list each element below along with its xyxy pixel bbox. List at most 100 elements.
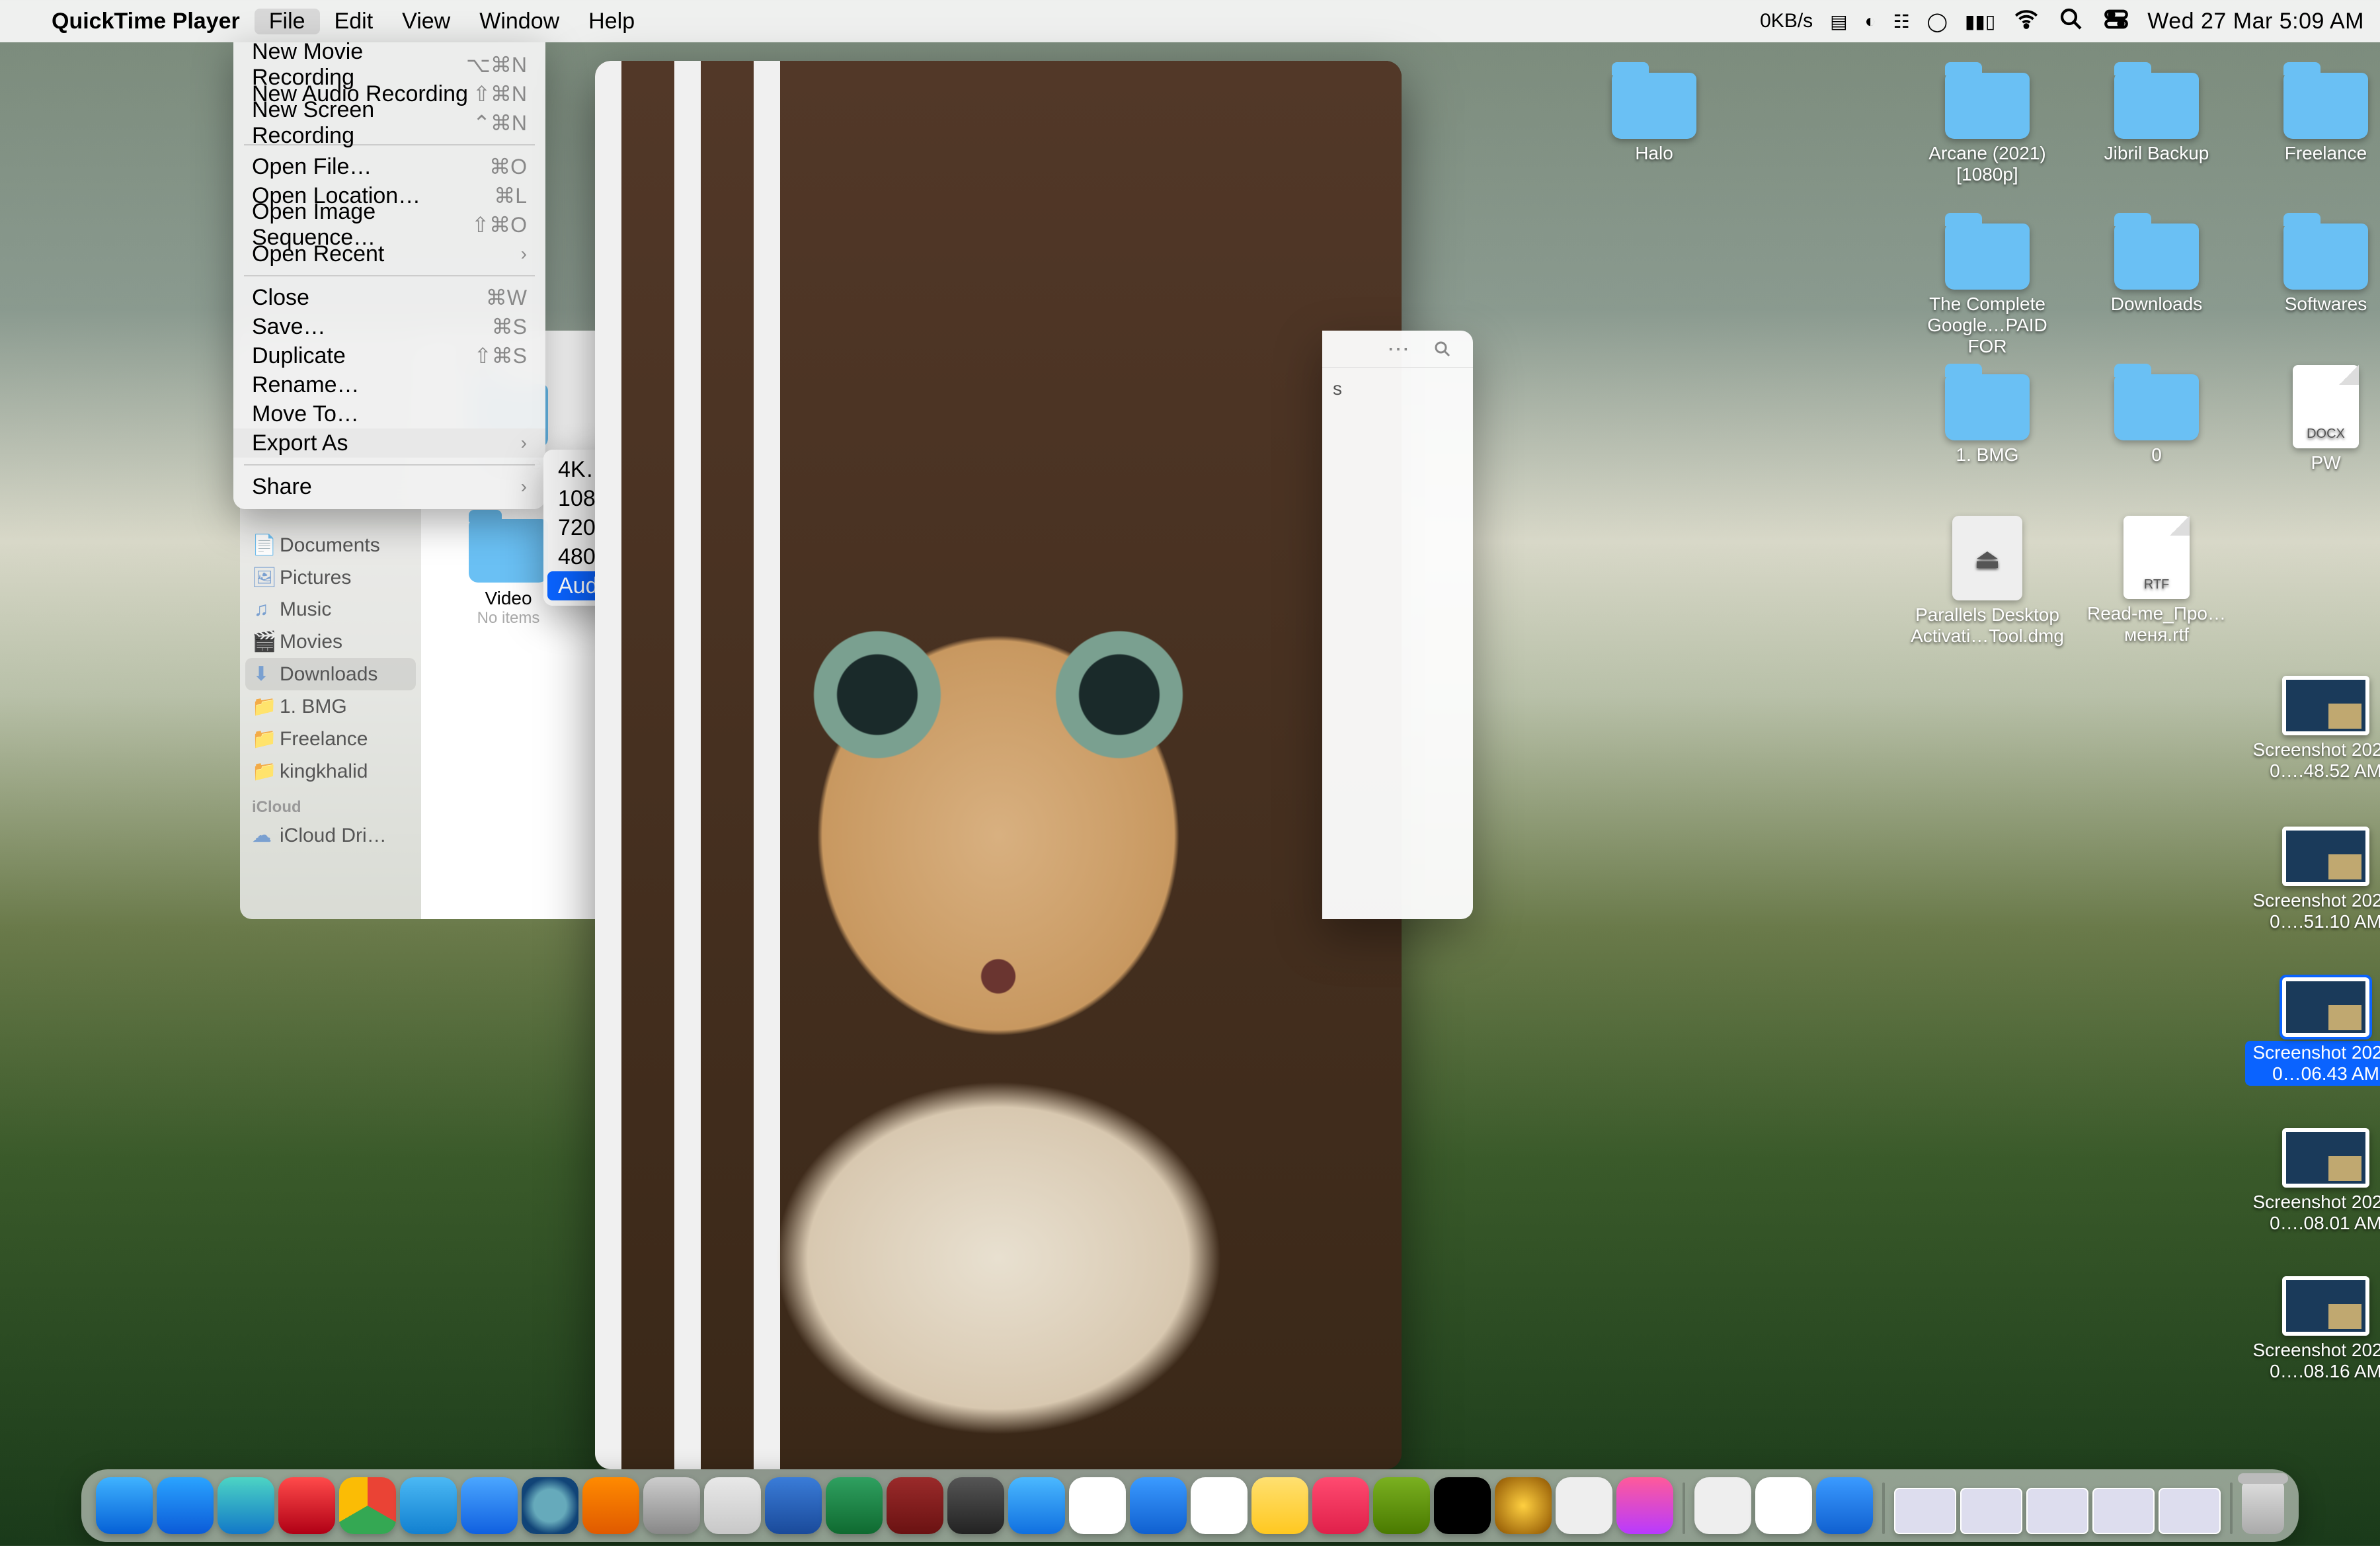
menu-item-new-screen-recording[interactable]: New Screen Recording⌃⌘N (233, 108, 545, 138)
user-icon[interactable]: ◯ (1927, 11, 1948, 32)
menu-view[interactable]: View (387, 9, 465, 34)
dock-app-calendar[interactable] (1069, 1477, 1126, 1534)
menu-item-new-movie-recording[interactable]: New Movie Recording⌥⌘N (233, 50, 545, 79)
status-icon-1[interactable]: ▤ (1830, 11, 1847, 32)
finder-window-right: ⋯ s (1322, 331, 1473, 919)
dock-app-files-app[interactable] (1816, 1477, 1873, 1534)
desktop-item[interactable]: The Complete Google…PAID FOR (1907, 224, 2068, 357)
desktop-item[interactable]: Screenshot 2024-0….08.01 AM (2245, 1128, 2380, 1234)
sidebar-item-1-bmg[interactable]: 📁1. BMG (240, 690, 421, 723)
finder-toolbar-icon[interactable]: ⋯ (1387, 336, 1409, 362)
menu-item-duplicate[interactable]: Duplicate⇧⌘S (233, 341, 545, 370)
desktop-item[interactable]: Screenshot 2024-0….08.16 AM (2245, 1276, 2380, 1382)
dock-app-music[interactable] (1312, 1477, 1369, 1534)
menu-item-open-image-sequence-[interactable]: Open Image Sequence…⇧⌘O (233, 210, 545, 239)
dock-app-quicktime[interactable] (522, 1477, 578, 1534)
search-icon[interactable] (1423, 336, 1462, 362)
folder-icon: ♫ (252, 598, 270, 621)
sidebar-item-pictures[interactable]: 🖼Pictures (240, 561, 421, 594)
dock-app-appstore[interactable] (461, 1477, 518, 1534)
menu-item-open-file-[interactable]: Open File…⌘O (233, 152, 545, 181)
desktop-item[interactable]: Halo (1573, 73, 1735, 164)
menu-help[interactable]: Help (574, 9, 649, 34)
desktop-item[interactable]: Screenshot 2024-0…06.43 AM (2245, 977, 2380, 1086)
sidebar-item-music[interactable]: ♫Music (240, 594, 421, 626)
menu-item-open-recent[interactable]: Open Recent› (233, 239, 545, 268)
sidebar-item-icloud-dri-[interactable]: ☁iCloud Dri… (240, 819, 421, 852)
dock-app-weather[interactable] (1130, 1477, 1187, 1534)
menu-window[interactable]: Window (465, 9, 574, 34)
desktop-item[interactable]: Jibril Backup (2076, 73, 2237, 164)
wifi-icon[interactable] (2012, 5, 2040, 38)
dock-app-excel[interactable] (826, 1477, 883, 1534)
desktop-item[interactable]: 0 (2076, 374, 2237, 466)
desktop-item[interactable]: Parallels Desktop Activati…Tool.dmg (1907, 516, 2068, 647)
dock-app-diskutil[interactable] (1556, 1477, 1612, 1534)
desktop-item-label: Parallels Desktop Activati…Tool.dmg (1907, 604, 2068, 647)
sidebar-item-freelance[interactable]: 📁Freelance (240, 723, 421, 755)
dock-app-skype[interactable] (400, 1477, 457, 1534)
desktop[interactable]: HaloArcane (2021) [1080p]Jibril BackupFr… (1573, 73, 2354, 1374)
dock-window-thumb[interactable] (1960, 1488, 2022, 1534)
desktop-item[interactable]: Downloads (2076, 224, 2237, 315)
date-time[interactable]: Wed 27 Mar 5:09 AM (2147, 9, 2364, 34)
menu-edit[interactable]: Edit (320, 9, 388, 34)
folder-icon (2283, 73, 2368, 139)
desktop-item[interactable]: DOCXPW (2245, 365, 2380, 473)
dock-app-finder[interactable] (96, 1477, 153, 1534)
search-icon[interactable] (2057, 5, 2085, 38)
dock-app-word[interactable] (765, 1477, 822, 1534)
menu-item-save-[interactable]: Save…⌘S (233, 312, 545, 341)
folder-icon (1945, 73, 2030, 139)
status-icon-3[interactable]: ☷ (1893, 11, 1910, 32)
desktop-item[interactable]: Freelance (2245, 73, 2380, 164)
dock-app-safari[interactable] (157, 1477, 214, 1534)
dock-app-photos[interactable] (1755, 1477, 1812, 1534)
sidebar-item-movies[interactable]: 🎬Movies (240, 626, 421, 658)
trash-icon[interactable] (2242, 1481, 2284, 1534)
dock-app-dictionary[interactable] (887, 1477, 943, 1534)
folder-icon (469, 519, 548, 583)
dock-app-notes[interactable] (1251, 1477, 1308, 1534)
control-center-icon[interactable] (2102, 5, 2130, 38)
app-name[interactable]: QuickTime Player (37, 9, 255, 34)
sidebar-item-kingkhalid[interactable]: 📁kingkhalid (240, 755, 421, 788)
dock-app-mail[interactable] (1008, 1477, 1065, 1534)
dock-window-thumb[interactable] (1894, 1488, 1956, 1534)
dock-app-reminders[interactable] (1191, 1477, 1248, 1534)
menu-item-move-to-[interactable]: Move To… (233, 399, 545, 428)
desktop-item[interactable]: Screenshot 2024-0….48.52 AM (2245, 676, 2380, 782)
dock-app-shortcuts[interactable] (1616, 1477, 1673, 1534)
dock-app-screenshot[interactable] (1694, 1477, 1751, 1534)
dock (81, 1469, 2299, 1542)
dock-app-vlc[interactable] (582, 1477, 639, 1534)
sidebar-item-downloads[interactable]: ⬇Downloads (245, 658, 416, 690)
dock-window-thumb[interactable] (2026, 1488, 2088, 1534)
folder-icon: 🎬 (252, 630, 270, 653)
desktop-item[interactable]: 1. BMG (1907, 374, 2068, 466)
dock-app-settings[interactable] (643, 1477, 700, 1534)
dock-app-activity[interactable] (1434, 1477, 1491, 1534)
menu-item-rename-[interactable]: Rename… (233, 370, 545, 399)
menu-item-export-as[interactable]: Export As› (233, 428, 545, 458)
dock-app-launchpad[interactable] (704, 1477, 761, 1534)
dock-window-thumb[interactable] (2159, 1488, 2221, 1534)
dock-app-edge[interactable] (218, 1477, 274, 1534)
dock-app-opera[interactable] (278, 1477, 335, 1534)
desktop-item[interactable]: RTFRead-me_Про…меня.rtf (2076, 516, 2237, 645)
battery-icon[interactable]: ▮▮▯ (1965, 11, 1995, 32)
status-icon-2[interactable]: ◐ (1865, 11, 1876, 32)
menu-item-close[interactable]: Close⌘W (233, 283, 545, 312)
menu-item-share[interactable]: Share› (233, 472, 545, 501)
dock-app-app-gold[interactable] (1495, 1477, 1552, 1534)
menu-file[interactable]: File (255, 9, 320, 34)
dock-app-calculator[interactable] (947, 1477, 1004, 1534)
desktop-item[interactable]: Arcane (2021) [1080p] (1907, 73, 2068, 185)
desktop-item[interactable]: Screenshot 2024-0….51.10 AM (2245, 827, 2380, 932)
dock-window-thumb[interactable] (2092, 1488, 2155, 1534)
dock-app-chrome[interactable] (339, 1477, 396, 1534)
sidebar-item-documents[interactable]: 📄Documents (240, 529, 421, 561)
desktop-item[interactable]: Softwares (2245, 224, 2380, 315)
dock-app-app-b[interactable] (1373, 1477, 1430, 1534)
quicktime-window[interactable] (595, 61, 1402, 1469)
